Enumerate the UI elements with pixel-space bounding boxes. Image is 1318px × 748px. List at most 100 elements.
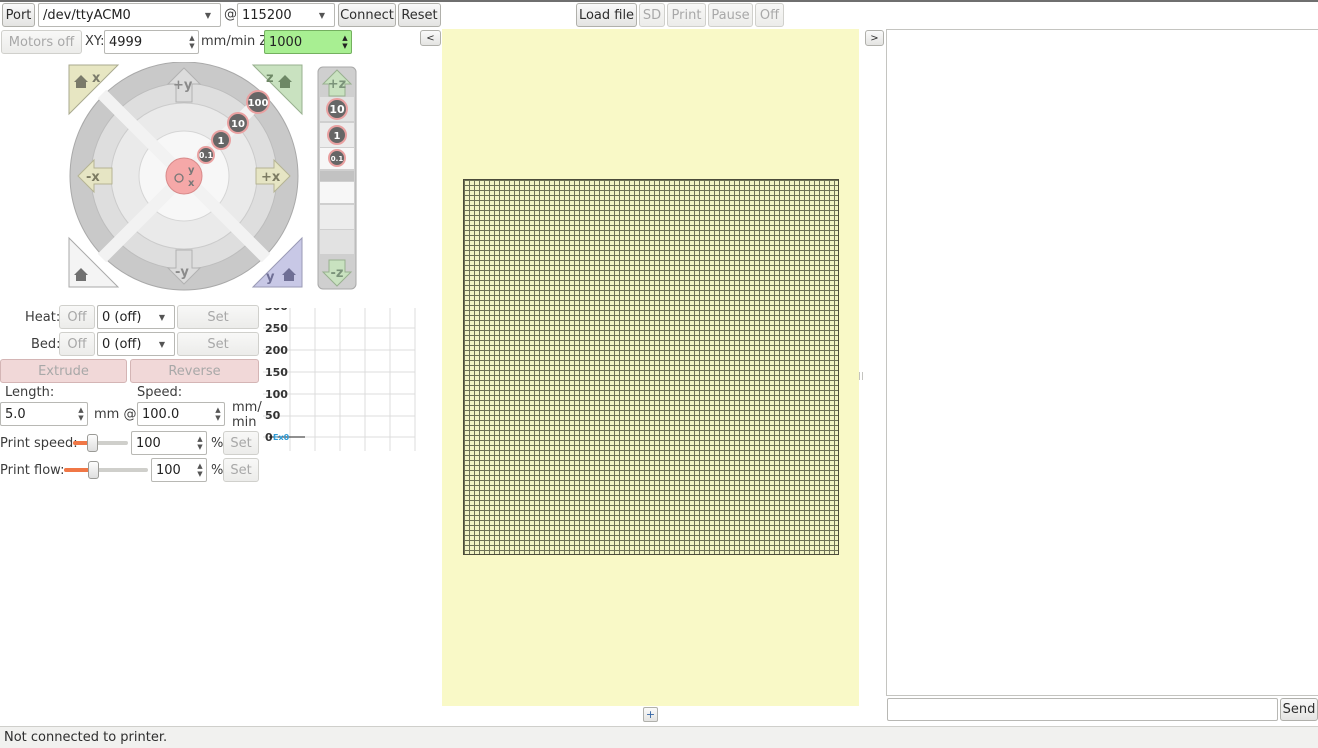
- print-flow-value: 100: [156, 462, 181, 478]
- window-top-border: [0, 0, 1318, 2]
- temperature-graph: 300 250 200 150 100 50 0 Ex0: [263, 308, 416, 451]
- bed-temp-value: 0 (off): [102, 336, 142, 352]
- port-value: /dev/ttyACM0: [43, 7, 131, 23]
- heat-label: Heat:: [25, 310, 61, 325]
- length-input[interactable]: 5.0 ▲ ▼: [0, 402, 88, 426]
- bed-off-button[interactable]: Off: [59, 332, 95, 356]
- print-speed-slider[interactable]: [73, 434, 128, 452]
- xy-feedrate-input[interactable]: 4999 ▲ ▼: [104, 30, 199, 54]
- port-button[interactable]: Port: [2, 3, 35, 27]
- z-minus-01-band[interactable]: [320, 182, 354, 203]
- z-jog-control[interactable]: +z 10 1 0.1 -z: [317, 66, 357, 291]
- center-x-label: x: [188, 178, 195, 189]
- bed-temp-combobox[interactable]: 0 (off) ▼: [97, 332, 175, 356]
- print-speed-value: 100: [136, 435, 161, 451]
- port-combobox[interactable]: /dev/ttyACM0 ▼: [38, 3, 221, 27]
- status-bar: Not connected to printer.: [0, 726, 1318, 748]
- center-y-label: y: [188, 165, 195, 176]
- home-z-letter: z: [266, 71, 274, 86]
- console-log[interactable]: [886, 29, 1318, 696]
- print-speed-percent: %: [211, 436, 224, 451]
- spin-arrows-icon[interactable]: ▲ ▼: [194, 459, 206, 481]
- spin-arrows-icon[interactable]: ▲ ▼: [186, 31, 198, 53]
- z-step-01-label: 0.1: [331, 155, 344, 163]
- slider-knob[interactable]: [88, 461, 99, 479]
- mm-at-label: mm @: [94, 407, 137, 422]
- dropdown-arrow-icon[interactable]: ▼: [150, 333, 174, 355]
- reset-button[interactable]: Reset: [398, 3, 441, 27]
- motors-off-button[interactable]: Motors off: [1, 30, 82, 54]
- heat-set-button[interactable]: Set: [177, 305, 259, 329]
- xy-jog-control[interactable]: x z y +y -y -x +x 100 10 1 0.1 y x: [66, 62, 306, 292]
- print-flow-label: Print flow:: [0, 463, 65, 478]
- load-file-button[interactable]: Load file: [576, 3, 637, 27]
- speed-label: Speed:: [137, 385, 183, 400]
- step-1-label: 1: [218, 136, 225, 147]
- reverse-button[interactable]: Reverse: [130, 359, 259, 383]
- print-flow-set-button[interactable]: Set: [223, 458, 259, 482]
- tick-100: 100: [265, 388, 288, 401]
- z-minus-10-band[interactable]: [320, 230, 354, 254]
- print-button[interactable]: Print: [667, 3, 706, 27]
- minus-z-label: -z: [331, 266, 344, 281]
- tick-200: 200: [265, 344, 288, 357]
- print-flow-slider[interactable]: [64, 461, 148, 479]
- z-feedrate-value: 1000: [269, 34, 303, 50]
- length-value: 5.0: [5, 406, 26, 422]
- z-feedrate-input[interactable]: 1000 ▲ ▼: [264, 30, 352, 54]
- dropdown-arrow-icon[interactable]: ▼: [150, 306, 174, 328]
- minus-x-label: -x: [86, 170, 100, 185]
- slider-knob[interactable]: [87, 434, 98, 452]
- heat-temp-combobox[interactable]: 0 (off) ▼: [97, 305, 175, 329]
- command-input[interactable]: [887, 698, 1278, 721]
- home-y-letter: y: [266, 270, 275, 285]
- spin-arrows-icon[interactable]: ▲ ▼: [75, 403, 87, 425]
- print-speed-set-button[interactable]: Set: [223, 431, 259, 455]
- step-01-label: 0.1: [199, 151, 214, 160]
- extrude-speed-value: 100.0: [142, 406, 180, 422]
- extrude-speed-input[interactable]: 100.0 ▲ ▼: [137, 402, 225, 426]
- center-button[interactable]: [165, 157, 203, 195]
- expand-right-button[interactable]: >: [865, 30, 884, 46]
- tick-50: 50: [265, 409, 281, 422]
- tick-150: 150: [265, 366, 288, 379]
- length-label: Length:: [5, 385, 55, 400]
- graph-y-ticks: 300 250 200 150 100 50 0: [265, 308, 288, 444]
- pause-button[interactable]: Pause: [708, 3, 753, 27]
- plus-y-label: +y: [173, 78, 193, 93]
- plus-z-label: +z: [328, 77, 346, 92]
- splitter-handle[interactable]: [859, 372, 863, 380]
- collapse-left-button[interactable]: <: [420, 30, 441, 46]
- dropdown-arrow-icon[interactable]: ▼: [196, 4, 220, 26]
- z-minus-1-band[interactable]: [320, 205, 354, 229]
- mmmin-z-label: mm/min Z:: [201, 34, 273, 49]
- spin-arrows-icon[interactable]: ▲ ▼: [194, 432, 206, 454]
- sd-button[interactable]: SD: [639, 3, 665, 27]
- mm-unit-label: mm/: [232, 400, 262, 415]
- z-center-band: [320, 171, 354, 181]
- print-speed-label: Print speed:: [0, 436, 78, 451]
- minus-y-label: -y: [175, 265, 189, 280]
- step-100-label: 100: [248, 98, 269, 109]
- print-bed-grid[interactable]: [463, 179, 839, 555]
- spin-arrows-icon[interactable]: ▲ ▼: [339, 31, 351, 53]
- graph-legend-ex0: Ex0: [273, 433, 290, 442]
- min-unit-label: min: [232, 415, 257, 430]
- heat-off-button[interactable]: Off: [59, 305, 95, 329]
- dropdown-arrow-icon[interactable]: ▼: [310, 4, 334, 26]
- baud-combobox[interactable]: 115200 ▼: [237, 3, 335, 27]
- bed-set-button[interactable]: Set: [177, 332, 259, 356]
- plus-x-label: +x: [261, 170, 281, 185]
- connect-button[interactable]: Connect: [338, 3, 396, 27]
- add-view-button[interactable]: +: [643, 707, 658, 722]
- print-flow-input[interactable]: 100 ▲ ▼: [151, 458, 207, 482]
- spin-arrows-icon[interactable]: ▲ ▼: [212, 403, 224, 425]
- extrude-button[interactable]: Extrude: [0, 359, 127, 383]
- print-speed-input[interactable]: 100 ▲ ▼: [131, 431, 207, 455]
- z-step-10-label: 10: [329, 103, 345, 116]
- off-button[interactable]: Off: [755, 3, 784, 27]
- send-button[interactable]: Send: [1280, 698, 1318, 721]
- xy-label: XY:: [85, 34, 105, 49]
- z-step-1-label: 1: [334, 131, 341, 142]
- status-text: Not connected to printer.: [4, 730, 168, 745]
